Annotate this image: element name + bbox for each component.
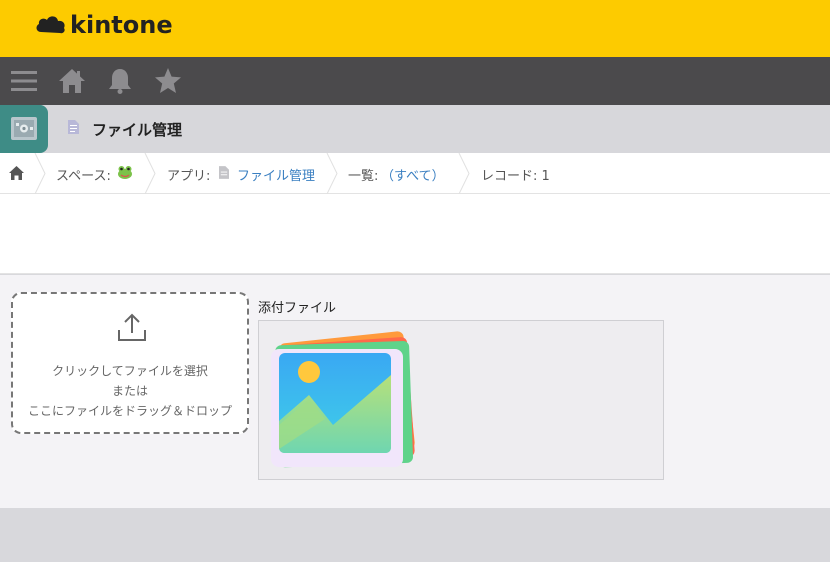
image-file-thumbnail-icon[interactable]	[267, 329, 427, 474]
breadcrumb-list-label: 一覧:	[348, 169, 379, 184]
global-nav	[0, 57, 830, 105]
upload-icon	[118, 313, 146, 341]
app-icon[interactable]	[0, 105, 48, 153]
safe-icon	[11, 117, 37, 140]
home-icon[interactable]	[58, 67, 86, 95]
footer-area	[0, 508, 830, 562]
breadcrumb-space-label: スペース:	[56, 169, 111, 184]
breadcrumb-record-count: レコード: 1	[481, 169, 550, 184]
breadcrumb-app-label: アプリ:	[167, 169, 211, 184]
breadcrumb-app-link[interactable]: ファイル管理	[237, 165, 315, 184]
bell-icon[interactable]	[106, 67, 134, 95]
space-frog-icon[interactable]	[117, 165, 133, 179]
dropzone-text-click: クリックしてファイルを選択	[52, 364, 208, 378]
menu-icon[interactable]	[10, 67, 38, 95]
brand-name: kintone	[70, 11, 173, 39]
page-title: ファイル管理	[92, 121, 183, 139]
breadcrumb: スペース: アプリ: ファイル管理 一覧: （すべて） レコード: 1	[0, 153, 830, 194]
attachment-field-label: 添付ファイル	[258, 301, 337, 316]
breadcrumb-separator	[144, 153, 156, 194]
brand-bar: kintone	[0, 0, 830, 57]
breadcrumb-view-link[interactable]: （すべて）	[381, 165, 445, 184]
dropzone-text-drag: ここにファイルをドラッグ＆ドロップ	[27, 404, 232, 418]
attachment-field	[258, 320, 664, 480]
breadcrumb-home-icon[interactable]	[9, 166, 24, 180]
document-icon	[68, 120, 79, 134]
breadcrumb-document-icon	[219, 166, 229, 179]
star-icon[interactable]	[154, 67, 182, 95]
toolbar-area	[0, 194, 830, 274]
breadcrumb-separator	[458, 153, 470, 194]
dropzone-text-or: または	[111, 384, 148, 398]
breadcrumb-separator	[34, 153, 46, 194]
app-header: ファイル管理	[0, 105, 830, 153]
breadcrumb-separator	[326, 153, 338, 194]
cloud-logo-icon	[36, 16, 65, 34]
file-dropzone[interactable]: クリックしてファイルを選択 または ここにファイルをドラッグ＆ドロップ	[11, 292, 249, 434]
kintone-logo[interactable]: kintone	[34, 11, 173, 39]
record-content: クリックしてファイルを選択 または ここにファイルをドラッグ＆ドロップ 添付ファ…	[0, 275, 830, 508]
